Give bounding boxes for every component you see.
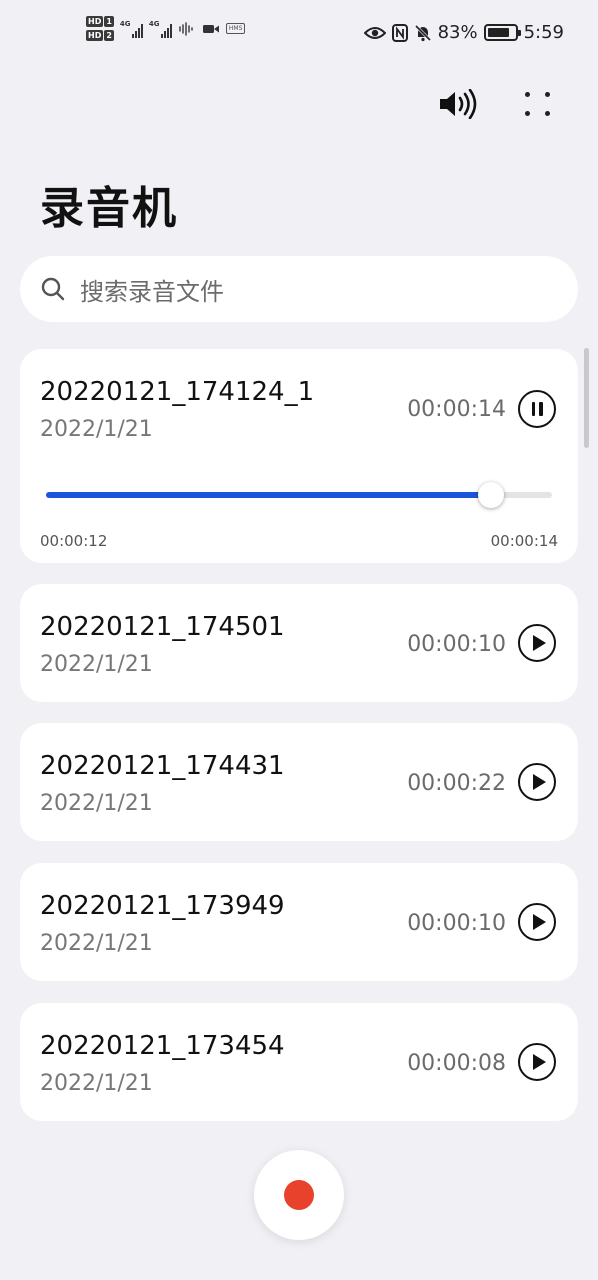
recording-name: 20220121_174501 [40, 612, 285, 642]
recording-name: 20220121_174124_1 [40, 377, 315, 407]
play-button[interactable] [518, 763, 556, 801]
more-button[interactable] [518, 86, 558, 122]
battery-level [487, 28, 510, 37]
search-placeholder: 搜索录音文件 [80, 277, 224, 306]
play-icon [532, 1054, 546, 1070]
pause-icon [531, 402, 543, 416]
bell-muted-icon [414, 24, 431, 41]
hms-icon: HMS [225, 23, 246, 34]
play-icon [532, 635, 546, 651]
hd-badge-2: HD [86, 30, 104, 41]
recording-name: 20220121_173454 [40, 1031, 285, 1061]
page-title: 录音机 [40, 183, 178, 234]
pause-button[interactable] [518, 390, 556, 428]
play-button[interactable] [518, 903, 556, 941]
recording-date: 2022/1/21 [40, 417, 153, 442]
play-button[interactable] [518, 1043, 556, 1081]
nfc-icon [391, 23, 408, 42]
progress-slider[interactable] [46, 482, 552, 508]
progress-thumb[interactable] [478, 482, 505, 508]
battery-percent: 83% [437, 22, 478, 43]
recording-duration: 00:00:10 [407, 632, 506, 657]
recording-item-4[interactable]: 20220121_173949 2022/1/21 00:00:10 [20, 863, 578, 981]
list-scrollbar[interactable] [584, 348, 589, 448]
recording-duration: 00:00:08 [407, 1051, 506, 1076]
speaker-button[interactable] [438, 86, 478, 122]
battery-icon [483, 24, 521, 41]
recording-item-1[interactable]: 20220121_174124_1 2022/1/21 00:00:14 00:… [20, 349, 578, 563]
recording-item-2[interactable]: 20220121_174501 2022/1/21 00:00:10 [20, 584, 578, 702]
recording-item-5[interactable]: 20220121_173454 2022/1/21 00:00:08 [20, 1003, 578, 1121]
hd-badge-1: HD [86, 16, 104, 27]
network-type-1: 4G [119, 19, 131, 28]
sim-1-number: 1 [104, 16, 114, 27]
record-button[interactable] [254, 1150, 344, 1240]
record-icon [284, 1180, 314, 1210]
recorder-screen: HD 1 HD 2 4G 4G HMS 83% 5:59 录音机 搜索录音文件 … [0, 0, 598, 1280]
more-grid-icon [525, 92, 551, 116]
recording-date: 2022/1/21 [40, 791, 153, 816]
sim-2-number: 2 [104, 30, 114, 41]
play-button[interactable] [518, 624, 556, 662]
search-bar[interactable]: 搜索录音文件 [20, 256, 578, 322]
status-right: 83% 5:59 [363, 22, 564, 43]
eye-icon [363, 26, 386, 39]
clock-time: 5:59 [523, 22, 564, 43]
sim-indicators: HD 1 HD 2 [86, 16, 114, 41]
recording-name: 20220121_173949 [40, 891, 285, 921]
total-time: 00:00:14 [490, 532, 558, 550]
network-type-2: 4G [148, 19, 160, 28]
search-icon [41, 277, 65, 301]
recording-date: 2022/1/21 [40, 1071, 153, 1096]
play-icon [532, 914, 546, 930]
speaker-icon [440, 89, 477, 119]
recording-duration: 00:00:10 [407, 911, 506, 936]
recording-duration: 00:00:22 [407, 771, 506, 796]
play-icon [532, 774, 546, 790]
audio-wave-icon [179, 21, 193, 36]
signal-1-icon: 4G [120, 20, 143, 38]
recording-date: 2022/1/21 [40, 931, 153, 956]
status-bar: HD 1 HD 2 4G 4G HMS 83% 5:59 [0, 0, 598, 70]
recording-name: 20220121_174431 [40, 751, 285, 781]
status-left: HD 1 HD 2 4G 4G HMS [86, 16, 246, 41]
recording-date: 2022/1/21 [40, 652, 153, 677]
elapsed-time: 00:00:12 [40, 532, 108, 550]
signal-2-icon: 4G [149, 20, 172, 38]
progress-fill [46, 492, 492, 498]
recording-item-3[interactable]: 20220121_174431 2022/1/21 00:00:22 [20, 723, 578, 841]
video-camera-icon [202, 24, 219, 33]
recording-duration: 00:00:14 [407, 397, 506, 422]
